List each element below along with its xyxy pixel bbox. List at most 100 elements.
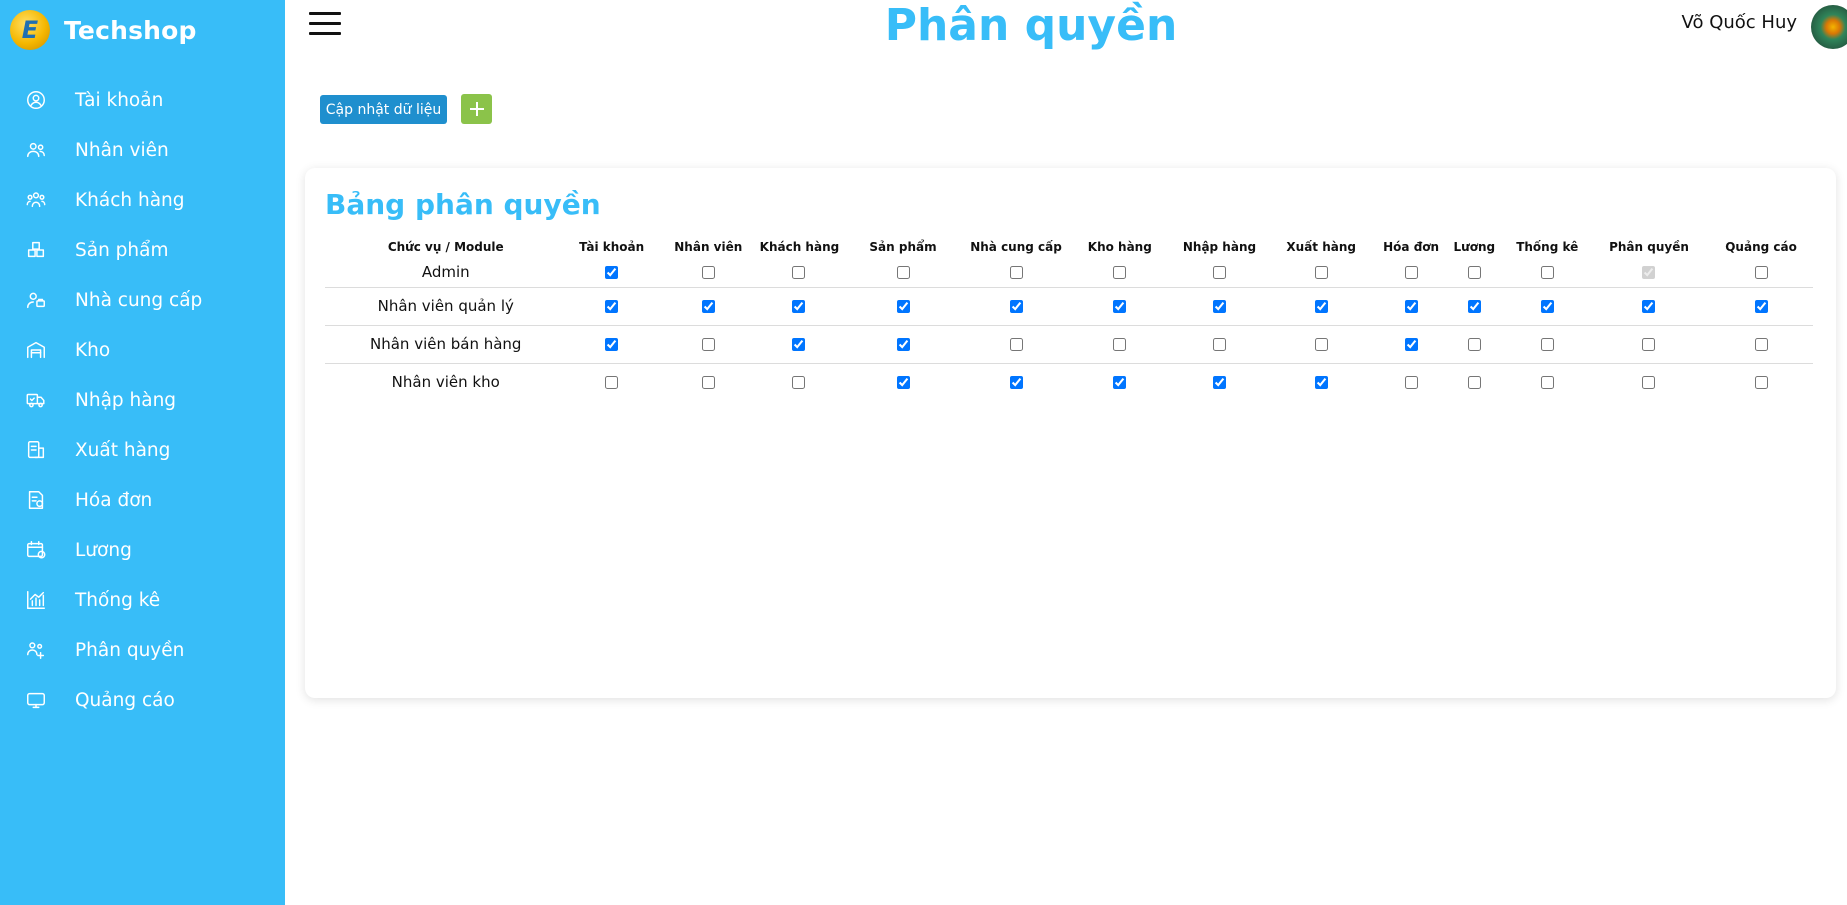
users-icon — [24, 138, 48, 162]
permission-checkbox[interactable] — [605, 266, 619, 280]
permission-checkbox[interactable] — [1467, 376, 1481, 390]
table-row: Nhân viên kho — [325, 363, 1813, 401]
permission-checkbox[interactable] — [1314, 266, 1328, 280]
permission-checkbox[interactable] — [1314, 300, 1328, 313]
sidebar-item-chart[interactable]: Thống kê — [0, 575, 285, 625]
update-data-button[interactable]: Cập nhật dữ liệu — [320, 95, 447, 124]
permission-checkbox[interactable] — [1314, 338, 1328, 351]
permission-checkbox[interactable] — [605, 338, 619, 351]
sidebar-item-invoice[interactable]: Hóa đơn — [0, 475, 285, 525]
permission-checkbox[interactable] — [896, 376, 910, 390]
permission-checkbox[interactable] — [1467, 338, 1481, 351]
permission-checkbox[interactable] — [1404, 376, 1418, 390]
add-button[interactable] — [461, 94, 492, 124]
boxes-icon — [24, 238, 48, 262]
permission-checkbox[interactable] — [1113, 338, 1127, 351]
permission-checkbox[interactable] — [896, 300, 910, 313]
permission-checkbox[interactable] — [1212, 266, 1226, 280]
permission-checkbox[interactable] — [605, 300, 619, 313]
permission-cell — [1175, 325, 1264, 364]
module-column-header: Nhân viên — [674, 240, 743, 254]
user-name[interactable]: Võ Quốc Huy — [1682, 12, 1797, 33]
permission-cell — [1443, 363, 1506, 401]
sidebar-item-permission[interactable]: Phân quyền — [0, 625, 285, 675]
sidebar-item-label: Lương — [75, 539, 132, 561]
module-column-header: Kho hàng — [1087, 240, 1152, 254]
module-column-header: Thống kê — [1516, 240, 1579, 254]
permission-checkbox[interactable] — [792, 376, 806, 390]
permission-checkbox[interactable] — [1314, 376, 1328, 390]
sidebar-item-salary[interactable]: Lương — [0, 525, 285, 575]
permission-checkbox[interactable] — [896, 338, 910, 351]
sidebar-item-export[interactable]: Xuất hàng — [0, 425, 285, 475]
sidebar-item-label: Khách hàng — [75, 189, 185, 211]
permission-checkbox[interactable] — [1113, 300, 1127, 313]
permission-cell — [1063, 325, 1176, 364]
permission-checkbox[interactable] — [701, 266, 715, 280]
permission-cell — [1442, 287, 1506, 326]
permission-cell — [760, 363, 838, 401]
permission-checkbox[interactable] — [1009, 338, 1023, 351]
sidebar-item-user-circle[interactable]: Tài khoản — [0, 75, 285, 125]
permission-checkbox[interactable] — [1113, 376, 1127, 390]
permission-cell — [1176, 363, 1263, 401]
permission-checkbox[interactable] — [1212, 300, 1226, 313]
sidebar-item-label: Hóa đơn — [75, 489, 153, 511]
permission-cell — [1505, 287, 1589, 326]
permission-cell — [657, 363, 760, 401]
permission-checkbox[interactable] — [1467, 266, 1481, 280]
permission-cell — [1263, 287, 1380, 326]
sidebar-item-truck[interactable]: Nhập hàng — [0, 375, 285, 425]
sidebar-item-label: Quảng cáo — [75, 689, 175, 711]
permission-checkbox[interactable] — [1404, 338, 1418, 351]
permission-cell — [566, 363, 656, 401]
permission-checkbox[interactable] — [1212, 338, 1226, 351]
sidebar-item-warehouse[interactable]: Kho — [0, 325, 285, 375]
permission-checkbox[interactable] — [1540, 300, 1554, 313]
sidebar-item-customers[interactable]: Khách hàng — [0, 175, 285, 225]
permission-checkbox[interactable] — [896, 266, 910, 280]
permission-checkbox[interactable] — [1467, 300, 1481, 313]
user-circle-icon — [24, 88, 48, 112]
permission-checkbox[interactable] — [1540, 376, 1554, 390]
permission-checkbox[interactable] — [1754, 376, 1768, 390]
avatar[interactable] — [1811, 5, 1847, 49]
sidebar-item-boxes[interactable]: Sản phẩm — [0, 225, 285, 275]
permission-checkbox[interactable] — [1754, 300, 1768, 313]
sidebar-item-users[interactable]: Nhân viên — [0, 125, 285, 175]
permission-checkbox[interactable] — [1404, 266, 1418, 280]
permission-checkbox[interactable] — [1009, 266, 1023, 280]
permission-checkbox[interactable] — [1009, 376, 1023, 390]
permission-checkbox[interactable] — [792, 338, 806, 351]
invoice-icon — [24, 488, 48, 512]
permission-checkbox[interactable] — [1642, 300, 1656, 313]
permission-cell — [1064, 363, 1176, 401]
role-name: Nhân viên kho — [391, 373, 500, 392]
permission-checkbox[interactable] — [605, 376, 619, 390]
permission-checkbox[interactable] — [701, 338, 715, 351]
permission-checkbox[interactable] — [1754, 266, 1768, 280]
permission-cell — [1442, 258, 1506, 288]
permission-checkbox[interactable] — [1642, 376, 1656, 390]
permission-checkbox[interactable] — [1540, 266, 1554, 280]
permission-cell — [1505, 325, 1589, 364]
permission-cell — [1263, 363, 1379, 401]
permission-checkbox[interactable] — [1113, 266, 1127, 280]
permission-checkbox[interactable] — [1540, 338, 1554, 351]
permission-checkbox[interactable] — [792, 300, 806, 313]
customers-icon — [24, 188, 48, 212]
permission-checkbox[interactable] — [1212, 376, 1226, 390]
brand[interactable]: E Techshop — [10, 8, 197, 52]
sidebar-item-monitor[interactable]: Quảng cáo — [0, 675, 285, 725]
permission-checkbox[interactable] — [1009, 300, 1023, 313]
permission-checkbox[interactable] — [701, 376, 715, 390]
permission-cell — [1063, 287, 1176, 326]
sidebar-item-supplier[interactable]: Nhà cung cấp — [0, 275, 285, 325]
permission-checkbox[interactable] — [792, 266, 806, 280]
permission-checkbox[interactable] — [1404, 300, 1418, 313]
sidebar-item-label: Nhân viên — [75, 139, 169, 161]
permission-checkbox[interactable] — [701, 300, 715, 313]
sidebar-item-label: Phân quyền — [75, 639, 185, 661]
permission-checkbox[interactable] — [1754, 338, 1768, 351]
permission-checkbox[interactable] — [1642, 338, 1656, 351]
